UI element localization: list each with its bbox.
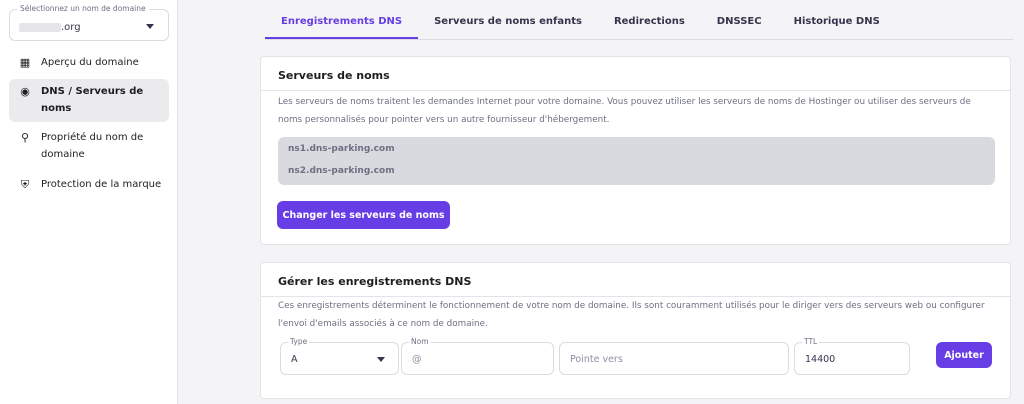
tab-dnssec[interactable]: DNSSEC xyxy=(701,0,778,39)
sidebar-item-dns[interactable]: ◉ DNS / Serveurs de noms xyxy=(9,79,169,122)
sidebar-item-label: Protection de la marque xyxy=(41,179,162,190)
type-value: A xyxy=(291,354,298,365)
domain-select-label: Sélectionnez un nom de domaine xyxy=(17,4,149,13)
sidebar-item-apercu[interactable]: ▦ Aperçu du domaine xyxy=(9,54,169,74)
name-label: Nom xyxy=(409,337,431,346)
add-record-button[interactable]: Ajouter xyxy=(936,342,992,368)
chevron-down-icon xyxy=(377,357,385,362)
nameservers-title: Serveurs de noms xyxy=(278,69,390,82)
tab-historique-dns[interactable]: Historique DNS xyxy=(778,0,896,39)
dns-records-description: Ces enregistrements déterminent le fonct… xyxy=(278,301,985,329)
divider xyxy=(261,90,1010,91)
change-nameservers-button[interactable]: Changer les serveurs de noms xyxy=(277,201,450,229)
type-select[interactable]: Type A xyxy=(280,337,399,375)
ttl-value: 14400 xyxy=(805,354,836,365)
nameserver-2: ns2.dns-parking.com xyxy=(288,166,395,176)
sidebar-item-propriete[interactable]: ⚲ Propriété du nom de domaine xyxy=(9,129,169,165)
sidebar: Sélectionnez un nom de domaine .org ▦ Ap… xyxy=(0,0,178,404)
person-icon: ⚲ xyxy=(20,131,30,144)
nameservers-description: Les serveurs de noms traitent les demand… xyxy=(278,97,971,125)
tab-serveurs-enfants[interactable]: Serveurs de noms enfants xyxy=(418,0,598,39)
sidebar-item-label: Aperçu du domaine xyxy=(41,57,139,68)
chevron-down-icon xyxy=(146,24,154,29)
ttl-label: TTL xyxy=(802,337,820,346)
dns-records-title: Gérer les enregistrements DNS xyxy=(278,275,472,288)
ttl-input[interactable]: TTL 14400 xyxy=(794,337,910,375)
tab-bar: Enregistrements DNS Serveurs de noms enf… xyxy=(265,0,1013,40)
nameservers-card: Serveurs de noms Les serveurs de noms tr… xyxy=(260,56,1011,245)
nameserver-1: ns1.dns-parking.com xyxy=(288,144,395,154)
domain-select[interactable]: Sélectionnez un nom de domaine .org xyxy=(9,4,169,41)
dns-records-card: Gérer les enregistrements DNS Ces enregi… xyxy=(260,262,1011,399)
redacted-domain xyxy=(19,23,61,32)
dns-icon: ◉ xyxy=(20,85,30,98)
tab-enregistrements-dns[interactable]: Enregistrements DNS xyxy=(265,0,419,39)
tab-redirections[interactable]: Redirections xyxy=(598,0,701,39)
points-to-placeholder: Pointe vers xyxy=(570,354,623,365)
sidebar-item-label: DNS / Serveurs de noms xyxy=(41,86,144,114)
grid-icon: ▦ xyxy=(19,56,31,69)
name-input[interactable]: Nom @ xyxy=(401,337,554,375)
sidebar-item-protection[interactable]: ⛨ Protection de la marque xyxy=(9,176,169,196)
nameservers-list: ns1.dns-parking.com ns2.dns-parking.com xyxy=(278,137,995,185)
domain-select-value: .org xyxy=(61,22,81,33)
name-value: @ xyxy=(412,354,422,365)
points-to-input[interactable]: Pointe vers xyxy=(559,342,789,375)
type-label: Type xyxy=(288,337,310,346)
sidebar-item-label: Propriété du nom de domaine xyxy=(41,132,144,160)
shield-icon: ⛨ xyxy=(20,178,30,191)
